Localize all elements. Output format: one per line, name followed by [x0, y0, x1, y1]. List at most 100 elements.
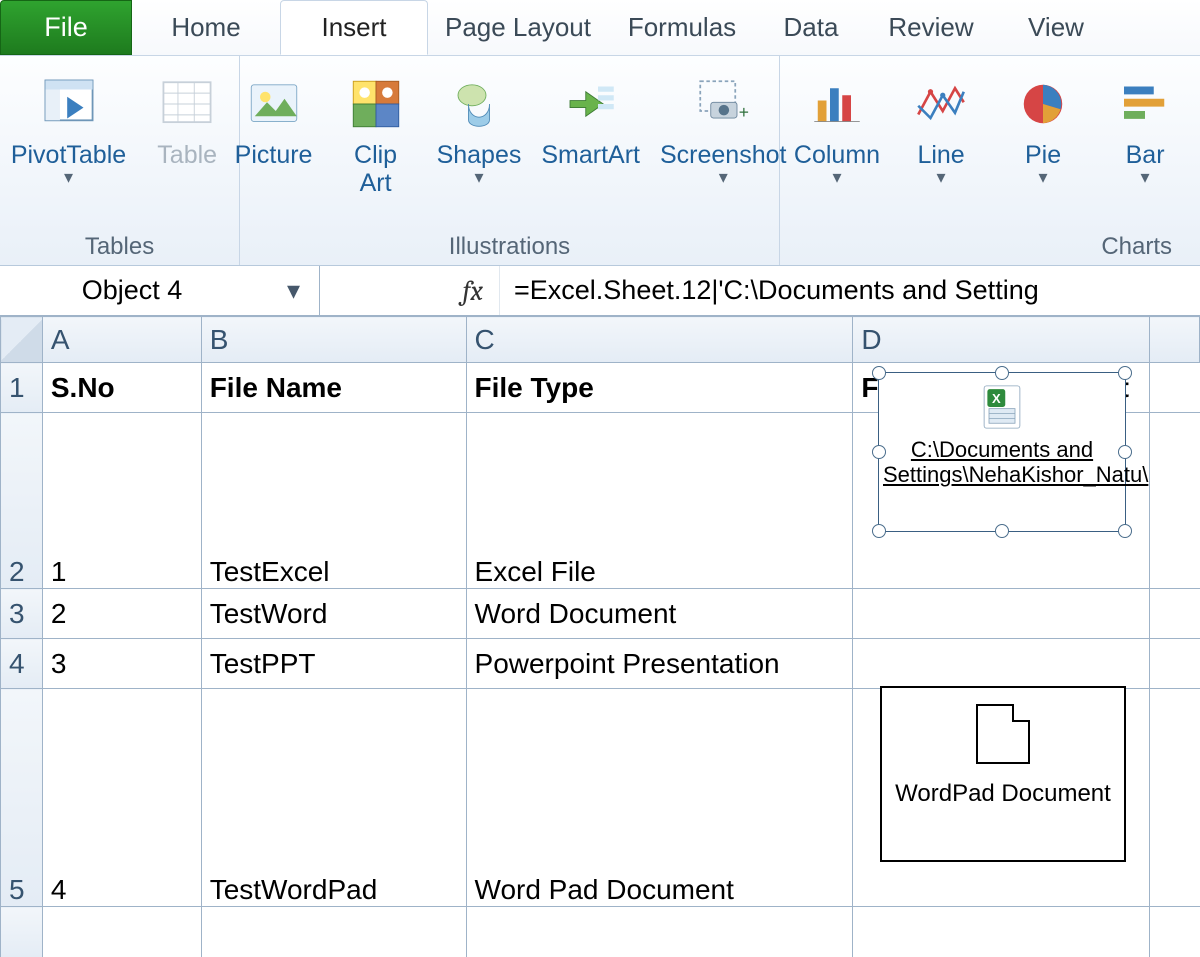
cell[interactable]: 3	[42, 639, 201, 689]
document-icon	[976, 704, 1030, 764]
line-chart-button[interactable]: Line ▾	[896, 64, 986, 184]
dropdown-icon: ▾	[474, 170, 483, 184]
cell[interactable]	[1150, 907, 1200, 957]
col-header-e[interactable]	[1150, 317, 1200, 363]
clipart-button[interactable]: Clip Art	[331, 64, 421, 197]
dropdown-icon: ▾	[64, 170, 73, 184]
col-header-a[interactable]: A	[42, 317, 201, 363]
cell[interactable]: Powerpoint Presentation	[466, 639, 853, 689]
bar-chart-label: Bar	[1126, 142, 1165, 170]
name-box-input[interactable]	[12, 275, 252, 306]
column-chart-button[interactable]: Column ▾	[790, 64, 884, 184]
dropdown-icon: ▾	[1141, 170, 1150, 184]
cell[interactable]: Word Pad Document	[466, 689, 853, 907]
cell[interactable]	[853, 589, 1150, 639]
picture-button[interactable]: Picture	[229, 64, 319, 170]
table-label: Table	[157, 142, 217, 170]
dropdown-icon: ▾	[937, 170, 946, 184]
pie-chart-label: Pie	[1025, 142, 1061, 170]
worksheet[interactable]: A B C D 1 S.No File Name File Type File …	[0, 316, 1200, 957]
name-box[interactable]: ▾	[0, 266, 320, 315]
line-chart-icon	[909, 72, 973, 136]
tab-formulas[interactable]: Formulas	[608, 0, 756, 55]
cell[interactable]	[201, 907, 466, 957]
dropdown-icon: ▾	[1039, 170, 1048, 184]
bar-chart-button[interactable]: Bar ▾	[1100, 64, 1190, 184]
fx-label[interactable]: fx	[320, 266, 500, 315]
cell[interactable]: TestWord	[201, 589, 466, 639]
ribbon-group-tables: PivotTable ▾ Table Tables	[0, 56, 240, 265]
cell[interactable]	[853, 907, 1150, 957]
cell[interactable]	[42, 907, 201, 957]
screenshot-icon: +	[691, 72, 755, 136]
bar-chart-icon	[1113, 72, 1177, 136]
select-all-corner[interactable]	[1, 317, 43, 363]
shapes-button[interactable]: Shapes ▾	[433, 64, 526, 184]
pie-chart-button[interactable]: Pie ▾	[998, 64, 1088, 184]
embedded-object-wordpad[interactable]: WordPad Document	[880, 686, 1126, 862]
col-header-c[interactable]: C	[466, 317, 853, 363]
cell[interactable]: Word Document	[466, 589, 853, 639]
row-header[interactable]: 1	[1, 363, 43, 413]
row-header[interactable]: 4	[1, 639, 43, 689]
cell[interactable]: 2	[42, 589, 201, 639]
column-chart-label: Column	[794, 142, 880, 170]
clipart-label: Clip Art	[354, 142, 397, 197]
cell[interactable]	[1150, 589, 1200, 639]
smartart-button[interactable]: SmartArt	[537, 64, 644, 170]
cell[interactable]: File Name	[201, 363, 466, 413]
formula-bar: ▾ fx	[0, 266, 1200, 316]
excel-file-icon: X	[976, 381, 1028, 433]
formula-input[interactable]	[500, 266, 1200, 315]
tab-home[interactable]: Home	[132, 0, 280, 55]
tab-page-layout[interactable]: Page Layout	[428, 0, 608, 55]
cell[interactable]: 1	[42, 413, 201, 589]
cell[interactable]: TestPPT	[201, 639, 466, 689]
row-header[interactable]: 2	[1, 413, 43, 589]
row-header[interactable]: 5	[1, 689, 43, 907]
shapes-icon	[447, 72, 511, 136]
row-header[interactable]	[1, 907, 43, 957]
column-chart-icon	[805, 72, 869, 136]
file-tab[interactable]: File	[0, 0, 132, 55]
svg-text:X: X	[992, 391, 1001, 406]
embedded-object-caption: WordPad Document	[888, 780, 1118, 808]
pivottable-button[interactable]: PivotTable ▾	[7, 64, 130, 184]
cell[interactable]	[466, 907, 853, 957]
cell[interactable]: 4	[42, 689, 201, 907]
shapes-label: Shapes	[437, 142, 522, 170]
cell[interactable]	[1150, 363, 1200, 413]
picture-icon	[242, 72, 306, 136]
cell[interactable]: TestWordPad	[201, 689, 466, 907]
cell[interactable]: TestExcel	[201, 413, 466, 589]
embedded-object-excel[interactable]: X C:\Documents and Settings\NehaKishor_N…	[878, 372, 1126, 532]
cell[interactable]: Excel File	[466, 413, 853, 589]
dropdown-icon[interactable]: ▾	[287, 275, 307, 306]
pie-chart-icon	[1011, 72, 1075, 136]
svg-text:+: +	[739, 102, 749, 122]
cell[interactable]	[1150, 689, 1200, 907]
row-header[interactable]: 3	[1, 589, 43, 639]
table-button[interactable]: Table	[142, 64, 232, 170]
cell[interactable]	[1150, 413, 1200, 589]
line-chart-label: Line	[917, 142, 964, 170]
smartart-icon	[559, 72, 623, 136]
cell[interactable]: File Type	[466, 363, 853, 413]
group-label-charts: Charts	[1101, 229, 1192, 263]
screenshot-label: Screenshot	[660, 142, 786, 170]
col-header-b[interactable]: B	[201, 317, 466, 363]
group-label-illustrations: Illustrations	[449, 229, 570, 263]
picture-label: Picture	[235, 142, 313, 170]
col-header-d[interactable]: D	[853, 317, 1150, 363]
tab-bar: File Home Insert Page Layout Formulas Da…	[0, 0, 1200, 56]
tab-review[interactable]: Review	[866, 0, 996, 55]
cell[interactable]	[1150, 639, 1200, 689]
cell[interactable]: S.No	[42, 363, 201, 413]
tab-insert[interactable]: Insert	[280, 0, 428, 55]
screenshot-button[interactable]: + Screenshot ▾	[656, 64, 790, 184]
tab-view[interactable]: View	[996, 0, 1116, 55]
cell[interactable]	[853, 639, 1150, 689]
pivottable-label: PivotTable	[11, 142, 126, 170]
group-label-tables: Tables	[85, 229, 154, 263]
tab-data[interactable]: Data	[756, 0, 866, 55]
